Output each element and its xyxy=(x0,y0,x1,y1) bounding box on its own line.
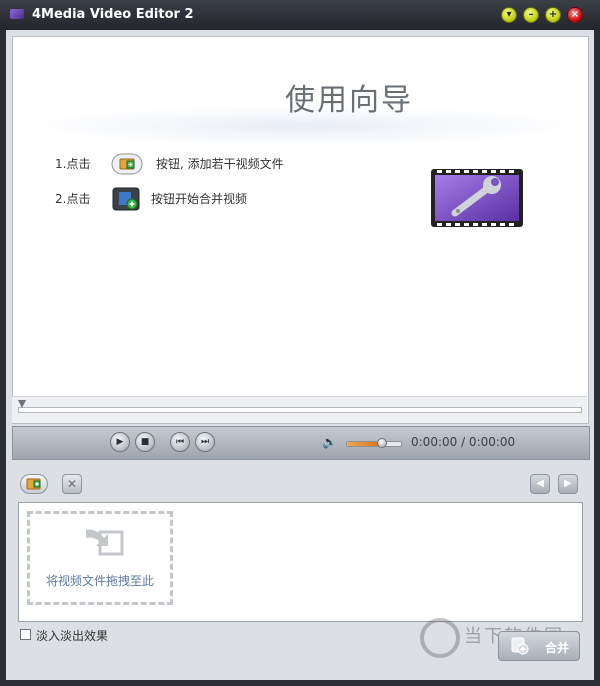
prev-icon[interactable]: ⏮ xyxy=(170,432,190,452)
next-icon[interactable]: ⏭ xyxy=(195,432,215,452)
minimize-icon[interactable]: – xyxy=(523,7,539,23)
merge-label: 合并 xyxy=(545,641,570,655)
watermark-logo xyxy=(420,618,460,658)
play-icon[interactable]: ▶ xyxy=(110,432,130,452)
step-2-text: 按钮开始合并视频 xyxy=(151,192,248,206)
volume-icon[interactable]: 🔈 xyxy=(322,435,337,449)
drop-zone[interactable]: 将视频文件拖拽至此 xyxy=(27,511,173,605)
film-wrench-icon xyxy=(431,169,523,227)
file-list[interactable]: 将视频文件拖拽至此 xyxy=(18,502,583,622)
fade-label: 淡入淡出效果 xyxy=(36,629,109,643)
fade-checkbox[interactable] xyxy=(20,629,31,640)
step-2-number: 2.点击 xyxy=(55,192,91,206)
delete-icon[interactable]: ✕ xyxy=(62,474,82,494)
title-bar[interactable]: 4Media Video Editor 2 ▾ – + × xyxy=(0,0,600,30)
player-controls: ▶ ■ ⏮ ⏭ 🔈 0:00:00 / 0:00:00 xyxy=(12,426,590,460)
add-file-button[interactable] xyxy=(20,474,48,494)
add-file-icon xyxy=(26,478,41,490)
client-area: 使用向导 1.点击 按钮, 添加若干视频文件 2.点击 按钮开始合并视频 ▶ ■… xyxy=(6,30,594,680)
seek-track[interactable] xyxy=(18,407,582,413)
merge-icon xyxy=(511,637,529,655)
maximize-icon[interactable]: + xyxy=(545,7,561,23)
seek-thumb[interactable] xyxy=(18,400,26,408)
app-icon xyxy=(10,9,24,19)
step-1-number: 1.点击 xyxy=(55,157,91,171)
time-display: 0:00:00 / 0:00:00 xyxy=(411,435,516,449)
nav-right-icon[interactable]: ▶ xyxy=(558,474,578,494)
wizard-title: 使用向导 xyxy=(285,83,413,118)
seek-bar[interactable] xyxy=(12,396,587,423)
help-icon[interactable]: ▾ xyxy=(501,7,517,23)
window-title: 4Media Video Editor 2 xyxy=(32,7,194,22)
app-window: 4Media Video Editor 2 ▾ – + × 使用向导 1.点击 … xyxy=(0,0,600,686)
add-file-icon xyxy=(111,152,143,176)
wizard-panel: 使用向导 1.点击 按钮, 添加若干视频文件 2.点击 按钮开始合并视频 xyxy=(12,36,589,424)
merge-icon xyxy=(111,187,141,211)
close-icon[interactable]: × xyxy=(567,7,583,23)
merge-button[interactable]: 合并 xyxy=(498,631,580,661)
volume-thumb[interactable] xyxy=(377,438,388,448)
drop-zone-text: 将视频文件拖拽至此 xyxy=(45,574,154,588)
stop-icon[interactable]: ■ xyxy=(135,432,155,452)
step-1-text: 按钮, 添加若干视频文件 xyxy=(156,157,284,171)
nav-left-icon[interactable]: ◀ xyxy=(530,474,550,494)
volume-slider[interactable] xyxy=(346,438,402,448)
drop-arrow-icon xyxy=(86,529,124,556)
